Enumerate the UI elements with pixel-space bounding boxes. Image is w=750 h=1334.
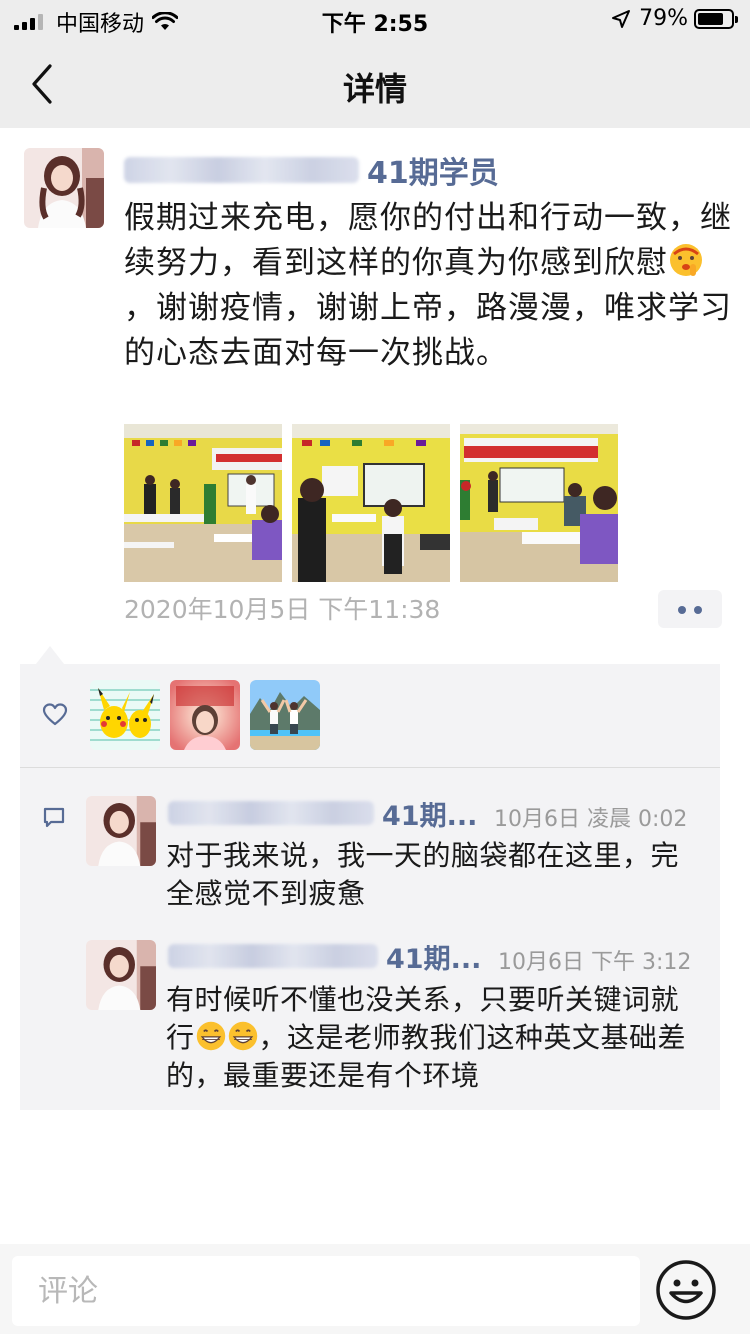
status-bar: 中国移动 下午 2:55 79% (0, 0, 750, 40)
dot-icon (678, 606, 686, 614)
comment-timestamp: 10月6日 下午 3:12 (498, 950, 692, 975)
battery-fill (698, 12, 723, 25)
comment-avatar[interactable] (86, 796, 156, 866)
comment-author[interactable]: 41期... (168, 796, 478, 832)
comment-bar (0, 1244, 750, 1334)
post-text: 假期过来充电，愿你的付出和行动一致，继续努力，看到这样的你真为你感到欣慰 ，谢谢… (124, 196, 734, 376)
comment-timestamp: 10月6日 凌晨 0:02 (494, 807, 688, 832)
liker-avatar-3[interactable] (250, 680, 320, 750)
post-text-body: 假期过来充电，愿你的付出和行动一致，继续努力，看到这样的你真为你感到欣慰 (124, 200, 732, 281)
grinning-face-emoji (228, 1021, 257, 1051)
grinning-face-emoji (196, 1021, 225, 1051)
post-photo-3[interactable] (460, 424, 618, 582)
post-timestamp: 2020年10月5日 下午11:38 (124, 595, 441, 624)
comment-icon (43, 807, 65, 828)
comment-input[interactable] (12, 1256, 640, 1326)
comment-text: 有时候听不懂也没关系，只要听关键词就行 ，这是老师教我们这种英文基础差的，最重要… (166, 981, 706, 1095)
page-title: 详情 (342, 70, 407, 108)
status-right: 79% (611, 6, 738, 31)
author-name[interactable]: 41期学员 (124, 150, 499, 191)
battery-icon (694, 8, 738, 29)
liker-avatar-2[interactable] (170, 680, 240, 750)
blurred-name (168, 801, 374, 825)
post-text-end: ，谢谢疫情，谢谢上帝，路漫漫，唯求学习的心态去面对每一次挑战。 (124, 290, 732, 371)
author-name-suffix: 41期学员 (367, 156, 499, 191)
battery-percent: 79% (639, 6, 688, 31)
nav-bar: 详情 (0, 40, 750, 128)
comment-author-suffix: 41期... (386, 943, 482, 975)
heart-icon (42, 703, 68, 726)
more-actions-button[interactable] (658, 590, 722, 628)
dot-icon (694, 606, 702, 614)
author-avatar[interactable] (24, 148, 104, 228)
shushing-face-emoji (670, 244, 702, 276)
panel-pointer (36, 646, 64, 664)
post-photo-2[interactable] (292, 424, 450, 582)
blurred-name (124, 157, 359, 183)
emoji-picker-icon[interactable] (654, 1258, 718, 1322)
comment-text: 对于我来说，我一天的脑袋都在这里，完全感觉不到疲惫 (166, 839, 680, 910)
location-icon (612, 9, 631, 28)
comment-author-suffix: 41期... (382, 800, 478, 832)
blurred-name (168, 944, 378, 968)
comment-avatar[interactable] (86, 940, 156, 1010)
panel-divider (20, 767, 720, 768)
comment-author[interactable]: 41期... (168, 939, 482, 975)
post-photo-1[interactable] (124, 424, 282, 582)
liker-avatar-1[interactable] (90, 680, 160, 750)
